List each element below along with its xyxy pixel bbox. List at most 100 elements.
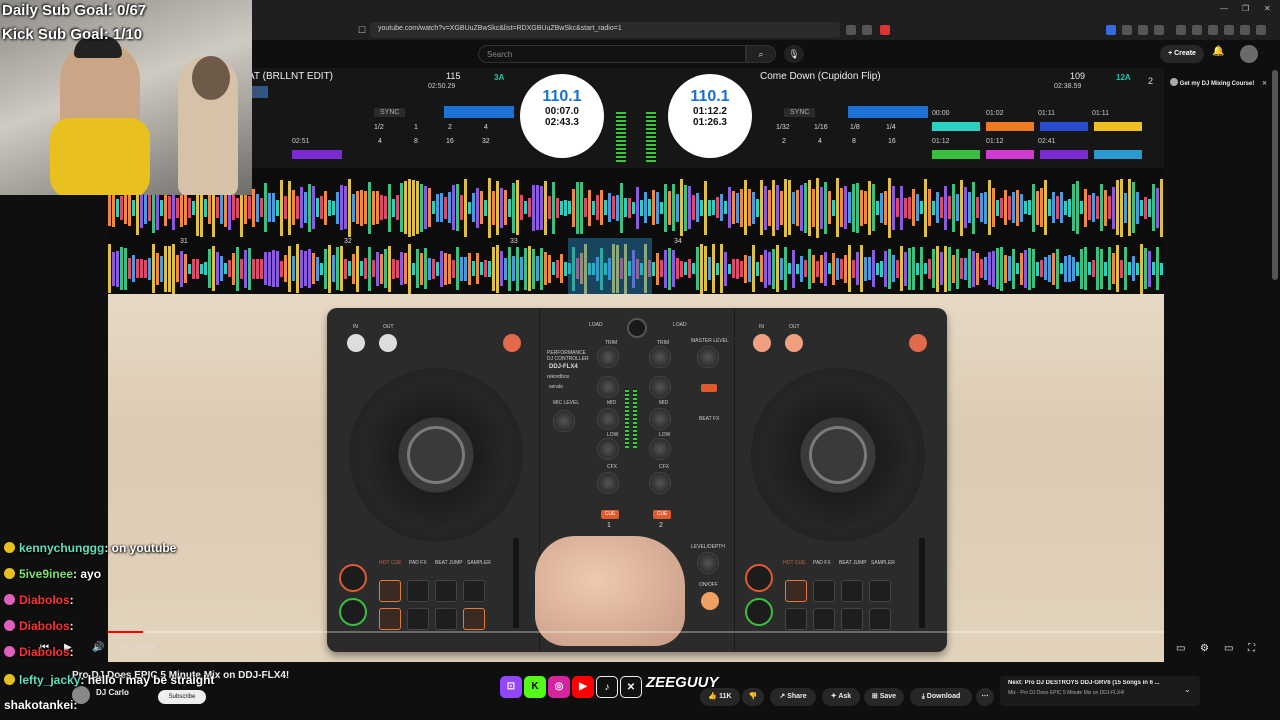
- loop-value[interactable]: 16: [446, 138, 454, 145]
- close-window-icon[interactable]: ✕: [1264, 4, 1271, 13]
- loop-value[interactable]: 1/4: [886, 124, 896, 131]
- master-cue-button[interactable]: [503, 334, 521, 352]
- deck-right-sync-button[interactable]: SYNC: [784, 108, 816, 117]
- tempo-slider-left[interactable]: [513, 538, 519, 628]
- search-icon[interactable]: ⌕: [746, 45, 776, 63]
- ext-icon[interactable]: [1122, 25, 1132, 35]
- hot-cue-pad[interactable]: [932, 150, 980, 159]
- loop-value[interactable]: 4: [818, 138, 822, 145]
- ext-icon[interactable]: [880, 25, 890, 35]
- mid-knob-2[interactable]: [649, 408, 671, 430]
- hot-cue-pad[interactable]: [986, 122, 1034, 131]
- dislike-button[interactable]: 👎: [742, 688, 764, 706]
- hot-cue-mode-button[interactable]: HOT CUE: [783, 560, 805, 566]
- play-pause-button-right[interactable]: [745, 598, 773, 626]
- performance-pad[interactable]: [379, 608, 401, 630]
- close-icon[interactable]: ✕: [1262, 81, 1267, 87]
- loop-value[interactable]: 1/16: [814, 124, 828, 131]
- loop-value[interactable]: 1/8: [850, 124, 860, 131]
- share-page-icon[interactable]: [862, 25, 872, 35]
- hot-cue-pad[interactable]: [1040, 150, 1088, 159]
- sampler-mode-button[interactable]: SAMPLER: [467, 560, 491, 566]
- loop-in-button[interactable]: [347, 334, 365, 352]
- loop-value[interactable]: 2: [782, 138, 786, 145]
- channel-name[interactable]: DJ Carlo: [96, 688, 129, 697]
- trim-knob-1[interactable]: [597, 346, 619, 368]
- ask-button[interactable]: ✦ Ask: [822, 688, 860, 706]
- cfx-knob-2[interactable]: [649, 472, 671, 494]
- download-icon[interactable]: [1176, 25, 1186, 35]
- theater-icon[interactable]: ▭: [1224, 643, 1233, 654]
- loop-in-button[interactable]: [753, 334, 771, 352]
- ext-icon[interactable]: [846, 25, 856, 35]
- low-knob-1[interactable]: [597, 438, 619, 460]
- pad-fx-mode-button[interactable]: PAD FX: [813, 560, 831, 566]
- chevron-down-icon[interactable]: ⌄: [1184, 685, 1191, 694]
- up-next-card[interactable]: Next: Pro DJ DESTROYS DDJ-GRV6 (15 Songs…: [1000, 676, 1200, 706]
- more-actions-button[interactable]: ⋯: [976, 688, 994, 706]
- performance-pad[interactable]: [785, 580, 807, 602]
- play-pause-button-left[interactable]: [339, 598, 367, 626]
- low-knob-2[interactable]: [649, 438, 671, 460]
- mic-level-knob[interactable]: [553, 410, 575, 432]
- ext-icon[interactable]: [1224, 25, 1234, 35]
- captions-icon[interactable]: ▭: [1176, 643, 1185, 654]
- channel-cue-button-2[interactable]: CUE: [653, 510, 671, 519]
- ext-icon[interactable]: [1138, 25, 1148, 35]
- trim-knob-2[interactable]: [649, 346, 671, 368]
- performance-pad[interactable]: [407, 580, 429, 602]
- beat-jump-mode-button[interactable]: BEAT JUMP: [839, 560, 867, 566]
- ext-icon[interactable]: [1154, 25, 1164, 35]
- account-avatar[interactable]: [1240, 45, 1258, 63]
- video-player[interactable]: AT (BRLLNT EDIT) 115 3A 02:50.29 SYNC 1/…: [108, 68, 1164, 662]
- beat-fx-on-off-button[interactable]: [701, 592, 719, 610]
- address-bar[interactable]: youtube.com/watch?v=XGBUuZBwSkc&list=RDX…: [370, 22, 840, 38]
- loop-out-button[interactable]: [785, 334, 803, 352]
- ext-icon[interactable]: [1192, 25, 1202, 35]
- mid-knob-1[interactable]: [597, 408, 619, 430]
- loop-value[interactable]: 1/2: [374, 124, 384, 131]
- cfx-knob-1[interactable]: [597, 472, 619, 494]
- hot-cue-pad[interactable]: [1040, 122, 1088, 131]
- hot-cue-mode-button[interactable]: HOT CUE: [379, 560, 401, 566]
- fullscreen-icon[interactable]: ⛶: [1248, 643, 1255, 654]
- loop-value[interactable]: 4: [484, 124, 488, 131]
- ext-icon[interactable]: [1106, 25, 1116, 35]
- loop-value[interactable]: 1: [414, 124, 418, 131]
- performance-pad[interactable]: [463, 608, 485, 630]
- deck-left-sync-button[interactable]: SYNC: [374, 108, 406, 117]
- channel-cue-button-1[interactable]: CUE: [601, 510, 619, 519]
- browse-knob[interactable]: [627, 318, 647, 338]
- hot-cue-pad[interactable]: [986, 150, 1034, 159]
- hot-cue-pad[interactable]: [292, 150, 342, 159]
- performance-pad[interactable]: [463, 580, 485, 602]
- settings-icon[interactable]: ⚙: [1200, 643, 1209, 654]
- cue-button-right[interactable]: [745, 564, 773, 592]
- loop-out-button[interactable]: [379, 334, 397, 352]
- hi-knob-1[interactable]: [597, 376, 619, 398]
- bookmark-icon[interactable]: ☐: [358, 25, 366, 36]
- notifications-icon[interactable]: 🔔: [1212, 46, 1224, 57]
- tempo-slider-right[interactable]: [919, 538, 925, 628]
- sampler-mode-button[interactable]: SAMPLER: [871, 560, 895, 566]
- loop-value[interactable]: 8: [852, 138, 856, 145]
- performance-pad[interactable]: [841, 580, 863, 602]
- promo-link[interactable]: Get my DJ Mixing Course! ✕: [1170, 78, 1267, 87]
- loop-value[interactable]: 2: [448, 124, 452, 131]
- performance-pad[interactable]: [869, 608, 891, 630]
- performance-pad[interactable]: [379, 580, 401, 602]
- jog-wheel-left[interactable]: [349, 368, 523, 542]
- subscribe-button[interactable]: Subscribe: [158, 690, 206, 704]
- menu-icon[interactable]: [1256, 25, 1266, 35]
- waveform-deck-left[interactable]: [108, 168, 1164, 238]
- hot-cue-pad[interactable]: [1094, 150, 1142, 159]
- save-button[interactable]: ⊞ Save: [864, 688, 904, 706]
- create-button[interactable]: + Create: [1160, 45, 1204, 63]
- performance-pad[interactable]: [435, 580, 457, 602]
- performance-pad[interactable]: [841, 608, 863, 630]
- deck-left-play-button[interactable]: [444, 106, 514, 118]
- loop-value[interactable]: 32: [482, 138, 490, 145]
- like-button[interactable]: 👍 11K: [700, 688, 740, 706]
- performance-pad[interactable]: [785, 608, 807, 630]
- hot-cue-pad[interactable]: [1094, 122, 1142, 131]
